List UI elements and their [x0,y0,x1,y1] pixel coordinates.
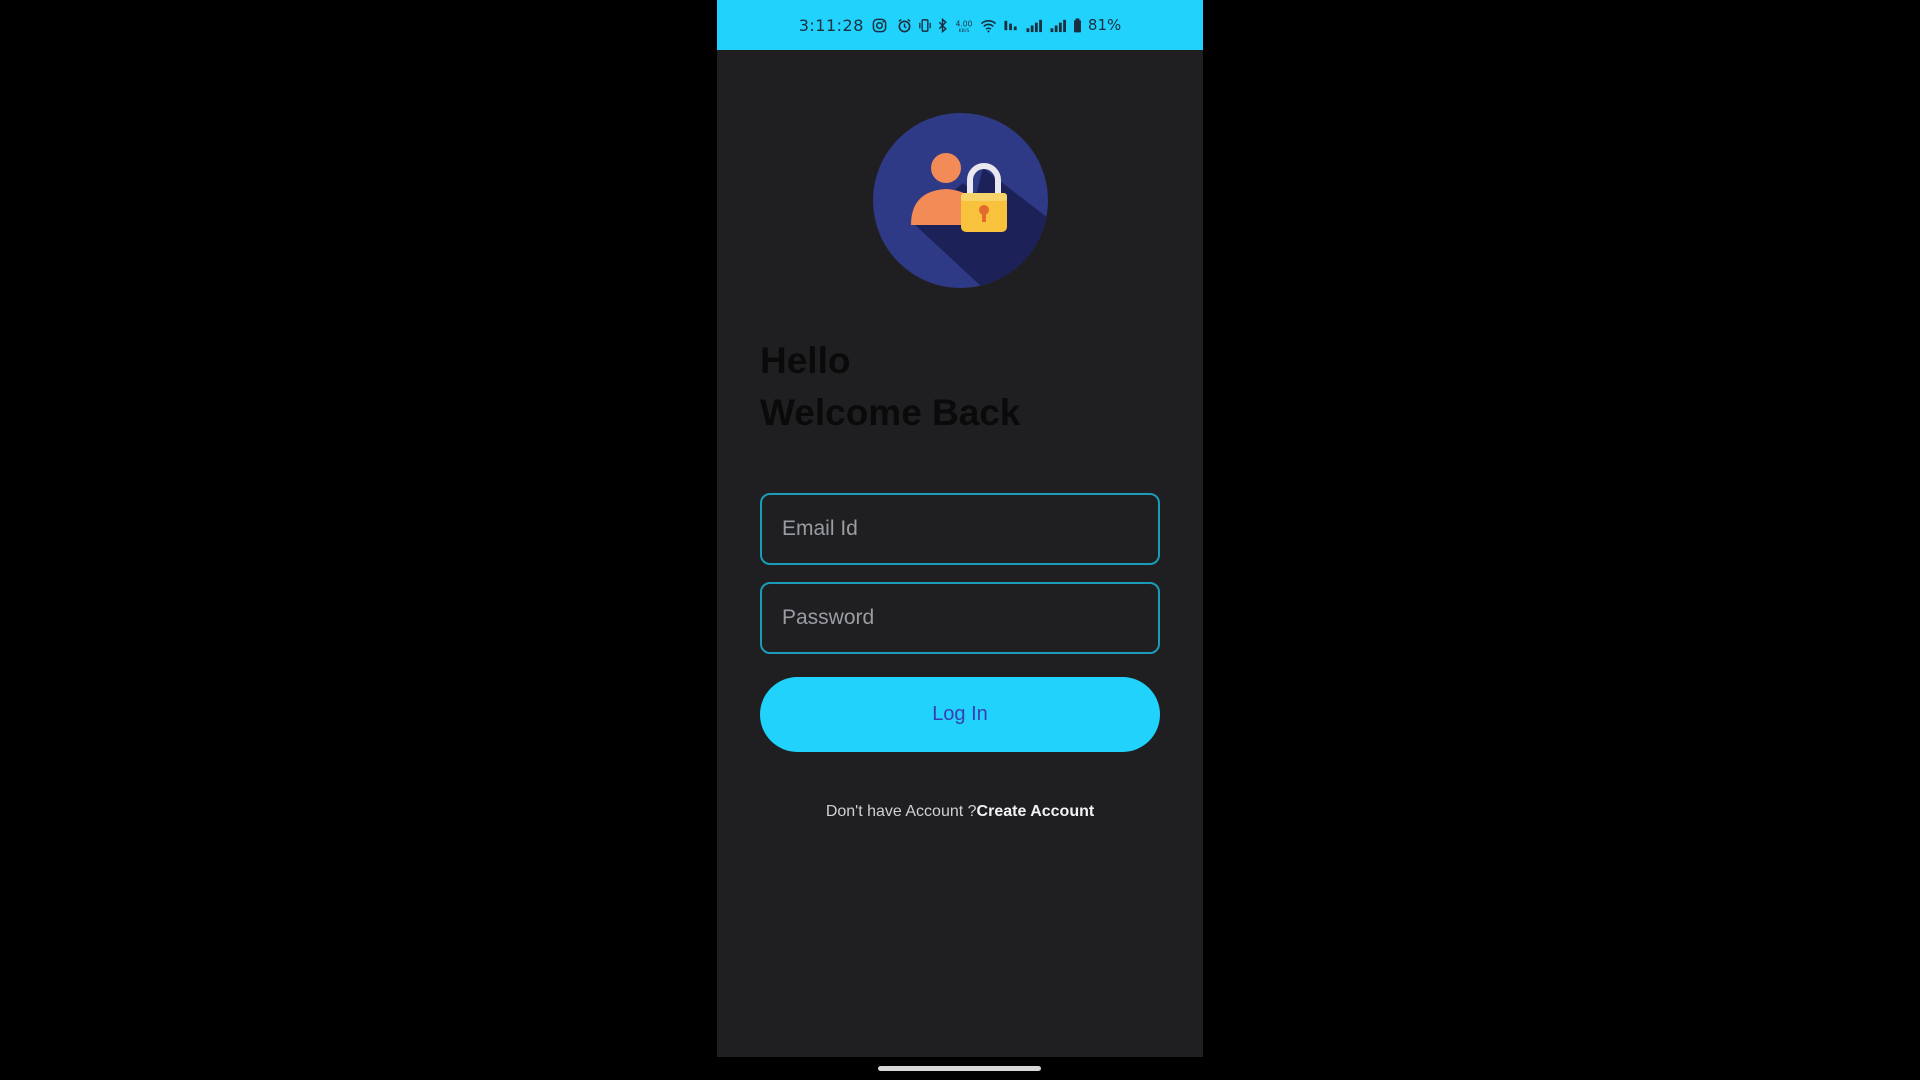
bluetooth-icon [938,17,948,33]
password-field [760,582,1160,654]
greeting-line-hello: Hello [760,340,851,381]
data-speed-value: 4.00 [956,19,973,28]
greeting-line-welcome: Welcome Back [760,392,1021,433]
email-field [760,493,1160,565]
create-account-link[interactable]: Create Account [977,803,1095,820]
greeting-heading: Hello Welcome Back [760,335,1021,439]
battery-icon [1073,17,1082,33]
signal-icon [1025,18,1043,33]
login-button[interactable]: Log In [760,677,1160,752]
signup-prompt-line: Don't have Account ?Create Account [717,803,1203,821]
home-indicator[interactable] [878,1066,1041,1071]
status-icons: 4.00 KB/S 81% [897,15,1122,34]
battery-percent: 81% [1087,15,1122,34]
instagram-icon [872,18,887,33]
alarm-icon [897,18,912,33]
password-input[interactable] [762,584,1158,652]
signal-icon [1049,18,1067,33]
phone-screen: 3:11:28 4.00 KB/S 81% Hello Welcome Back… [717,0,1203,1057]
status-time: 3:11:28 [798,15,864,35]
screen-stage: 3:11:28 4.00 KB/S 81% Hello Welcome Back… [0,0,1920,1080]
svg-text:KB/S: KB/S [959,28,970,33]
email-input[interactable] [762,495,1158,563]
vibrate-icon [918,18,932,33]
signup-prompt-text: Don't have Account ? [825,803,977,820]
status-bar: 3:11:28 4.00 KB/S 81% [717,0,1203,50]
volte-icon [1003,18,1019,33]
wifi-icon [980,18,997,33]
data-speed-icon: 4.00 KB/S [954,18,974,33]
user-lock-icon [873,113,1048,288]
